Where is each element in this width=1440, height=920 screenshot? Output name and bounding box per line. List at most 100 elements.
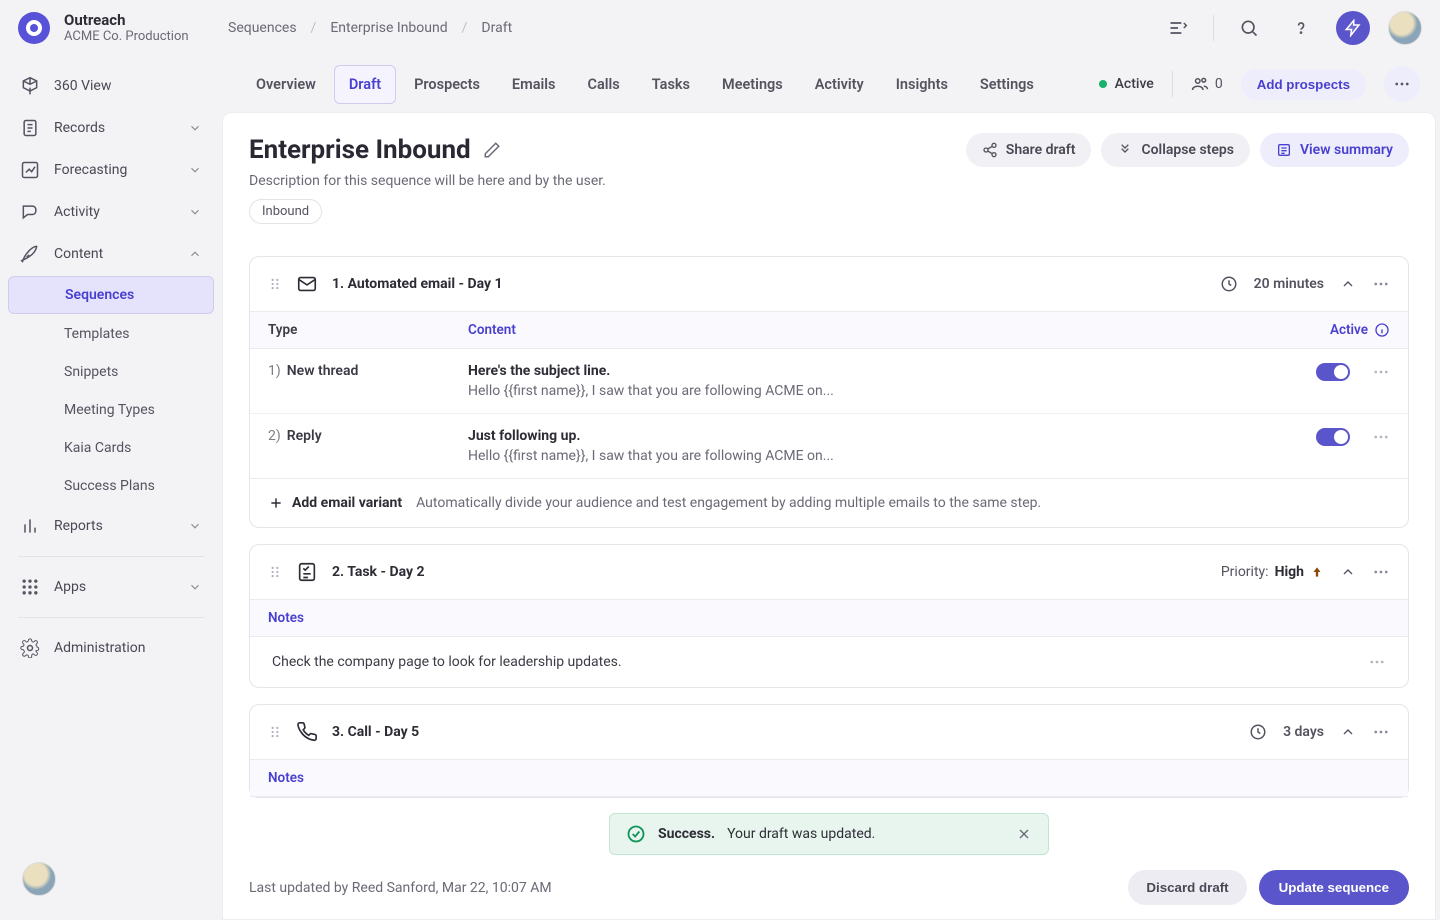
col-type: Type xyxy=(268,322,468,338)
tab-meetings[interactable]: Meetings xyxy=(708,66,797,103)
step-card-3: 3. Call - Day 5 3 days Notes xyxy=(249,704,1409,798)
sidebar-label: Content xyxy=(54,246,103,262)
divider xyxy=(18,617,204,618)
update-sequence-button[interactable]: Update sequence xyxy=(1259,870,1409,905)
main: Overview Draft Prospects Emails Calls Ta… xyxy=(222,56,1440,920)
close-icon[interactable] xyxy=(1016,826,1032,842)
tab-settings[interactable]: Settings xyxy=(966,66,1048,103)
arrow-up-icon xyxy=(1310,565,1324,579)
pen-icon xyxy=(20,244,40,264)
people-number: 0 xyxy=(1215,76,1223,92)
drag-handle-icon[interactable] xyxy=(268,563,282,581)
add-prospects-button[interactable]: Add prospects xyxy=(1241,69,1366,100)
more-icon[interactable] xyxy=(1372,275,1390,293)
page-title: Enterprise Inbound xyxy=(249,135,501,165)
content: Enterprise Inbound Share draft Collapse … xyxy=(222,112,1436,920)
queue-icon[interactable] xyxy=(1161,11,1195,45)
help-icon[interactable] xyxy=(1284,11,1318,45)
sidebar-item-activity[interactable]: Activity xyxy=(8,192,214,232)
user-avatar-small[interactable] xyxy=(22,862,56,896)
info-icon[interactable] xyxy=(1374,322,1390,338)
sidebar-sub-snippets[interactable]: Snippets xyxy=(8,354,214,390)
chevron-up-icon[interactable] xyxy=(1340,276,1356,292)
sidebar-sub-sequences[interactable]: Sequences xyxy=(8,276,214,314)
chevron-down-icon xyxy=(188,580,202,594)
sidebar-item-content[interactable]: Content xyxy=(8,234,214,274)
footer: Last updated by Reed Sanford, Mar 22, 10… xyxy=(223,856,1435,919)
sidebar-item-reports[interactable]: Reports xyxy=(8,506,214,546)
breadcrumb-draft: Draft xyxy=(481,20,512,36)
note-text: Check the company page to look for leade… xyxy=(272,654,622,670)
tab-activity[interactable]: Activity xyxy=(801,66,878,103)
chevron-up-icon[interactable] xyxy=(1340,564,1356,580)
add-variant-row: Add email variant Automatically divide y… xyxy=(250,478,1408,527)
add-variant-hint: Automatically divide your audience and t… xyxy=(416,495,1041,511)
table-row[interactable]: 1)New thread Here's the subject line. He… xyxy=(250,349,1408,413)
tag-inbound[interactable]: Inbound xyxy=(249,199,322,224)
step-columns-header: Type Content Active xyxy=(250,311,1408,349)
more-icon[interactable] xyxy=(1368,653,1386,671)
tab-insights[interactable]: Insights xyxy=(882,66,962,103)
tab-prospects[interactable]: Prospects xyxy=(400,66,494,103)
edit-icon[interactable] xyxy=(483,141,501,159)
toast-success: Success. Your draft was updated. xyxy=(609,813,1049,855)
sidebar-sub-kaia-cards[interactable]: Kaia Cards xyxy=(8,430,214,466)
brand-block: Outreach ACME Co. Production xyxy=(64,11,214,45)
divider xyxy=(1172,71,1173,97)
tab-emails[interactable]: Emails xyxy=(498,66,570,103)
collapse-steps-button[interactable]: Collapse steps xyxy=(1101,133,1249,167)
divider xyxy=(18,556,204,557)
priority-value: High xyxy=(1275,564,1304,580)
breadcrumb-sequences[interactable]: Sequences xyxy=(228,20,297,36)
add-email-variant-button[interactable]: Add email variant xyxy=(268,495,402,511)
col-active: Active xyxy=(1280,322,1390,338)
active-toggle[interactable] xyxy=(1316,428,1350,446)
more-icon[interactable] xyxy=(1372,723,1390,741)
note-body: Check the company page to look for leade… xyxy=(250,637,1408,687)
discard-draft-button[interactable]: Discard draft xyxy=(1128,870,1246,905)
priority: Priority: High xyxy=(1221,564,1324,580)
plus-icon xyxy=(268,495,284,511)
more-icon[interactable] xyxy=(1372,563,1390,581)
user-avatar[interactable] xyxy=(1388,11,1422,45)
more-icon[interactable] xyxy=(1372,428,1390,446)
table-row[interactable]: 2)Reply Just following up. Hello {{first… xyxy=(250,413,1408,478)
sidebar-item-360[interactable]: 360 View xyxy=(8,66,214,106)
chevron-up-icon[interactable] xyxy=(1340,724,1356,740)
tab-calls[interactable]: Calls xyxy=(573,66,633,103)
breadcrumb: Sequences / Enterprise Inbound / Draft xyxy=(228,20,512,36)
gear-icon xyxy=(20,638,40,658)
col-active-label: Active xyxy=(1330,322,1368,338)
drag-handle-icon[interactable] xyxy=(268,275,282,293)
check-circle-icon xyxy=(626,824,646,844)
toast-body: Your draft was updated. xyxy=(727,826,875,842)
sidebar-item-apps[interactable]: Apps xyxy=(8,567,214,607)
more-icon[interactable] xyxy=(1384,66,1420,102)
list-icon xyxy=(1276,142,1292,158)
active-toggle[interactable] xyxy=(1316,363,1350,381)
sidebar-item-records[interactable]: Records xyxy=(8,108,214,148)
page-description: Description for this sequence will be he… xyxy=(249,173,1409,189)
sidebar-item-administration[interactable]: Administration xyxy=(8,628,214,668)
people-count: 0 xyxy=(1191,75,1223,93)
tab-draft[interactable]: Draft xyxy=(334,65,396,104)
sidebar-sub-success-plans[interactable]: Success Plans xyxy=(8,468,214,504)
sidebar-sub-meeting-types[interactable]: Meeting Types xyxy=(8,392,214,428)
page-header: Enterprise Inbound Share draft Collapse … xyxy=(223,113,1435,234)
tab-tasks[interactable]: Tasks xyxy=(638,66,704,103)
topbar-right xyxy=(1161,11,1422,45)
tab-overview[interactable]: Overview xyxy=(242,66,330,103)
search-icon[interactable] xyxy=(1232,11,1266,45)
row-preview: Hello {{first name}}, I saw that you are… xyxy=(468,383,1280,399)
sidebar-label: 360 View xyxy=(54,78,111,94)
zap-icon[interactable] xyxy=(1336,11,1370,45)
toast-title: Success. xyxy=(658,826,715,842)
sidebar-item-forecasting[interactable]: Forecasting xyxy=(8,150,214,190)
row-type: Reply xyxy=(287,428,322,444)
sidebar-sub-templates[interactable]: Templates xyxy=(8,316,214,352)
share-draft-button[interactable]: Share draft xyxy=(966,133,1092,167)
breadcrumb-enterprise[interactable]: Enterprise Inbound xyxy=(330,20,447,36)
drag-handle-icon[interactable] xyxy=(268,723,282,741)
more-icon[interactable] xyxy=(1372,363,1390,381)
view-summary-button[interactable]: View summary xyxy=(1260,133,1409,167)
